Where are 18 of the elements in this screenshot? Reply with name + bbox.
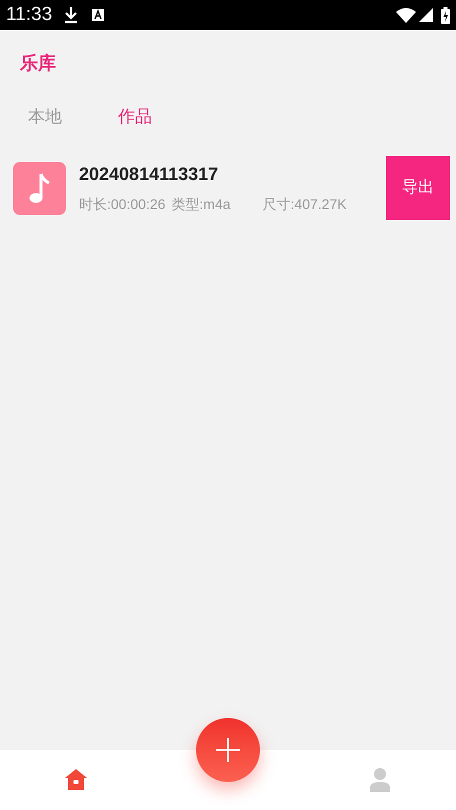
add-button[interactable] [196, 718, 260, 782]
page-title: 乐库 [20, 53, 56, 73]
signal-icon [419, 8, 433, 22]
status-time: 11:33 [6, 2, 52, 27]
plus-icon [216, 738, 240, 762]
download-icon [64, 6, 78, 24]
tab[interactable]: 作品 [118, 104, 152, 130]
battery-icon [441, 6, 450, 24]
font-icon [92, 9, 104, 21]
duration-text: 时长:00:00:26 [79, 195, 166, 214]
home-icon[interactable] [64, 768, 88, 792]
music-note-icon [13, 162, 66, 214]
wifi-icon [396, 8, 416, 22]
size-text: 尺寸:407.27K [262, 195, 347, 214]
tab[interactable]: 本地 [28, 104, 62, 130]
export-button[interactable]: 导出 [386, 156, 450, 220]
file-name: 20240814113317 [79, 163, 220, 186]
type-text: 类型:m4a [171, 195, 231, 214]
